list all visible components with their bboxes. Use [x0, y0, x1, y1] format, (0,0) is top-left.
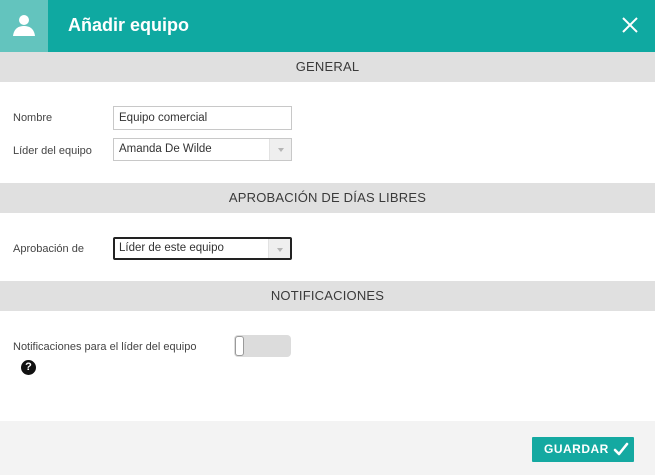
approval-select-value: Líder de este equipo	[119, 242, 224, 254]
name-label: Nombre	[13, 112, 53, 124]
section-general: GENERAL	[0, 52, 655, 82]
toggle-knob	[235, 336, 244, 356]
chevron-down-icon	[268, 239, 290, 258]
dialog-footer: GUARDAR	[0, 421, 655, 475]
add-team-dialog: Añadir equipo GENERAL Nombre Líder del e…	[0, 0, 655, 475]
notify-leader-toggle[interactable]	[234, 335, 291, 357]
approval-label: Aprobación de	[13, 243, 84, 255]
leader-label: Líder del equipo	[13, 145, 92, 157]
save-button-label: GUARDAR	[544, 442, 609, 456]
dialog-header: Añadir equipo	[0, 0, 655, 52]
leader-select[interactable]: Amanda De Wilde	[113, 138, 292, 161]
help-icon[interactable]: ?	[21, 360, 36, 375]
close-icon	[622, 17, 638, 33]
header-icon-box	[0, 0, 48, 52]
check-icon	[613, 442, 629, 456]
leader-select-value: Amanda De Wilde	[119, 143, 212, 155]
user-icon	[13, 15, 35, 36]
close-button[interactable]	[619, 14, 641, 36]
notify-leader-label: Notificaciones para el líder del equipo	[13, 341, 197, 353]
save-button[interactable]: GUARDAR	[532, 437, 634, 462]
section-approval: APROBACIÓN DE DÍAS LIBRES	[0, 183, 655, 213]
chevron-down-icon	[269, 139, 291, 160]
section-notifications: NOTIFICACIONES	[0, 281, 655, 311]
dialog-title: Añadir equipo	[68, 15, 189, 35]
name-input[interactable]	[113, 106, 292, 130]
approval-select[interactable]: Líder de este equipo	[113, 237, 292, 260]
